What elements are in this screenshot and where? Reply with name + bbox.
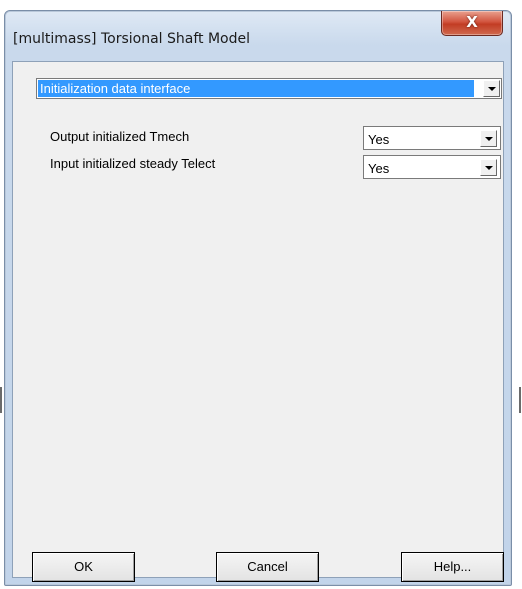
window-title: [multimass] Torsional Shaft Model	[13, 31, 250, 47]
cancel-button[interactable]: Cancel	[216, 552, 319, 582]
section-dropdown[interactable]: Initialization data interface	[36, 78, 502, 99]
section-dropdown-value: Initialization data interface	[38, 80, 474, 97]
title-bar[interactable]: [multimass] Torsional Shaft Model X	[5, 11, 511, 61]
ok-button[interactable]: OK	[32, 552, 135, 582]
output-initialized-tmech-value: Yes	[368, 132, 390, 147]
chevron-down-icon[interactable]	[480, 159, 497, 176]
output-initialized-tmech-label: Output initialized Tmech	[50, 129, 190, 144]
output-initialized-tmech-select[interactable]: Yes	[363, 126, 501, 150]
dialog-client-area: Initialization data interface Output ini…	[12, 61, 504, 582]
input-initialized-steady-telect-label: Input initialized steady Telect	[50, 156, 216, 171]
chevron-down-icon[interactable]	[480, 130, 497, 147]
left-edge-mark	[0, 387, 2, 413]
close-button[interactable]: X	[441, 11, 503, 36]
help-button[interactable]: Help...	[401, 552, 504, 582]
chevron-down-icon[interactable]	[483, 80, 500, 97]
close-icon: X	[466, 13, 478, 31]
input-initialized-steady-telect-value: Yes	[368, 161, 390, 176]
input-initialized-steady-telect-select[interactable]: Yes	[363, 155, 501, 179]
right-edge-mark	[519, 387, 521, 413]
dialog-window: [multimass] Torsional Shaft Model X Init…	[4, 10, 512, 586]
